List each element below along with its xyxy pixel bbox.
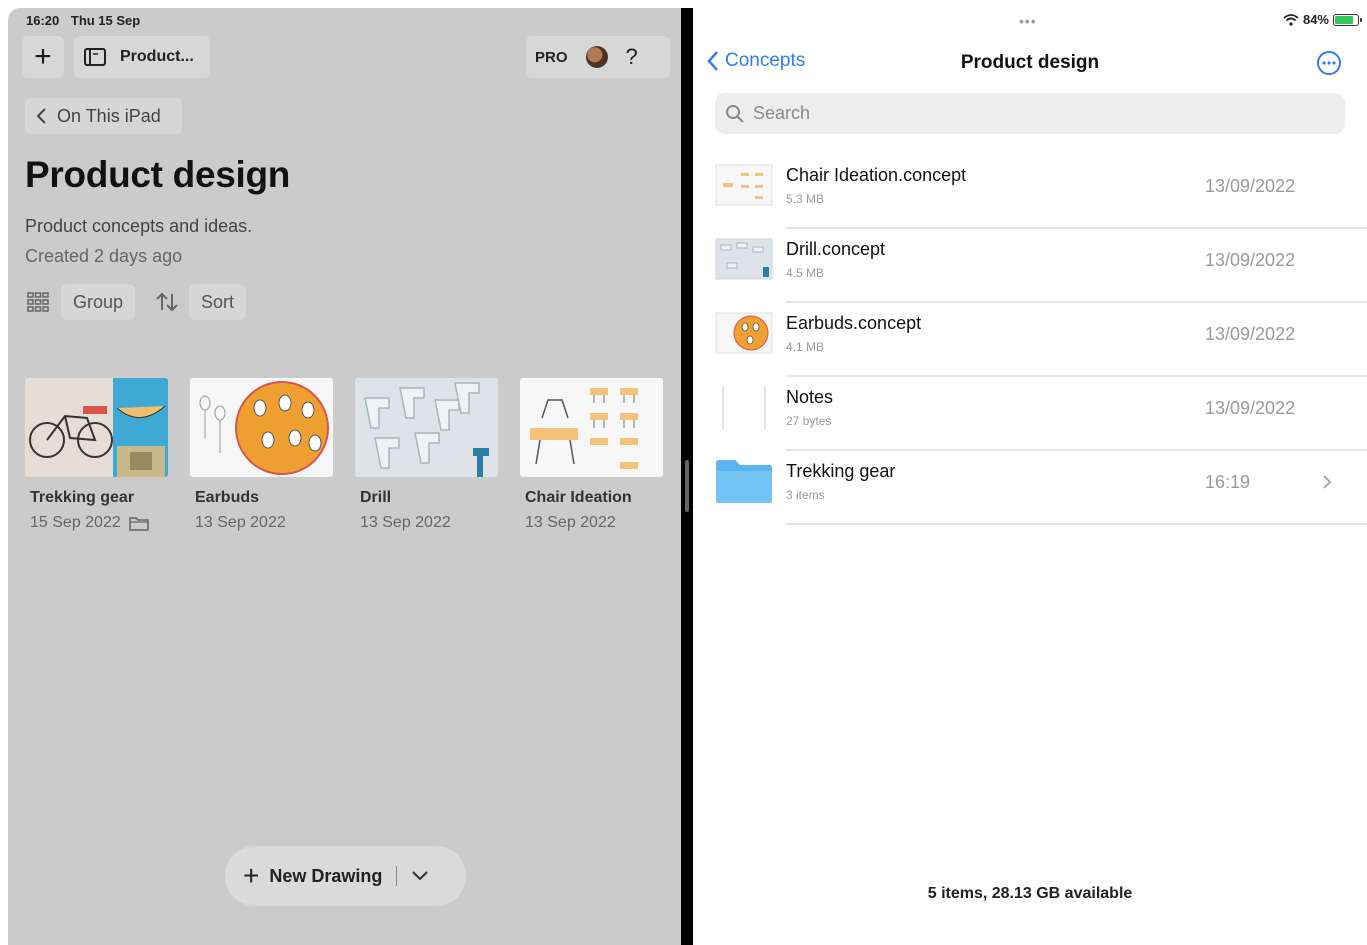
drill-thumbnail — [355, 378, 498, 477]
wifi-icon — [1283, 13, 1299, 26]
created-date: Created 2 days ago — [25, 246, 183, 266]
sort-icon — [156, 292, 178, 312]
chevron-right-icon — [1323, 475, 1332, 489]
split-view-handle[interactable] — [685, 460, 689, 512]
drawing-card-trekking-gear[interactable]: Trekking gear 15 Sep 2022 — [25, 378, 168, 532]
grid-icon — [27, 292, 49, 312]
battery-icon — [1333, 13, 1362, 26]
project-menu-button[interactable]: Product... — [74, 36, 210, 78]
status-time: 16:20 — [26, 13, 60, 28]
file-row-earbuds[interactable]: Earbuds.concept 4.1 MB 13/09/2022 — [715, 303, 1367, 377]
file-row-drill[interactable]: Drill.concept 4.5 MB 13/09/2022 — [715, 229, 1367, 303]
drawing-card-earbuds[interactable]: Earbuds 13 Sep 2022 — [190, 378, 333, 532]
separator — [396, 866, 398, 886]
status-bar-right: 84% — [1283, 12, 1362, 27]
document-icon — [722, 385, 766, 429]
file-date: 13/09/2022 — [1205, 398, 1296, 418]
new-drawing-button[interactable]: + New Drawing — [225, 846, 466, 906]
help-button[interactable]: ? — [626, 44, 638, 70]
card-date: 13 Sep 2022 — [360, 514, 451, 531]
card-date: 13 Sep 2022 — [525, 514, 616, 531]
sort-button[interactable]: Sort — [189, 284, 247, 320]
file-name: Earbuds.concept — [786, 313, 922, 333]
files-app-pane: ••• 84% Concepts Product design Chair — [693, 8, 1367, 945]
file-date: 16:19 — [1205, 472, 1251, 492]
project-description: Product concepts and ideas. — [25, 216, 253, 236]
file-date: 13/09/2022 — [1205, 324, 1296, 344]
group-sort-controls: Group Sort — [25, 284, 247, 320]
card-name: Earbuds — [195, 489, 260, 506]
nav-title: Product design — [960, 52, 1100, 73]
chevron-down-icon[interactable] — [411, 870, 429, 882]
new-drawing-label: New Drawing — [269, 865, 383, 886]
page-title: Product design — [25, 154, 291, 195]
chair-ideation-file-icon — [715, 164, 773, 206]
add-button[interactable]: + — [22, 36, 64, 78]
chair-ideation-thumbnail — [520, 378, 663, 477]
file-name: Trekking gear — [786, 461, 896, 481]
back-on-this-ipad-button[interactable]: On This iPad — [25, 98, 182, 134]
file-row-trekking-gear[interactable]: Trekking gear 3 items 16:19 — [715, 451, 1367, 525]
file-size: 3 items — [786, 488, 825, 502]
card-date: 15 Sep 2022 — [30, 514, 121, 531]
file-date: 13/09/2022 — [1205, 250, 1296, 270]
search-icon — [726, 104, 744, 123]
search-input[interactable] — [753, 103, 1313, 124]
avatar[interactable] — [585, 46, 608, 68]
trekking-gear-thumbnail — [25, 378, 168, 477]
status-date: Thu 15 Sep — [70, 13, 141, 28]
project-menu-label: Product... — [120, 48, 194, 65]
sidebar-icon — [84, 48, 106, 66]
folder-icon — [716, 460, 772, 503]
row-separator — [786, 523, 1367, 525]
toolbar-right-group: PRO ? — [526, 36, 670, 78]
battery-percent: 84% — [1302, 12, 1329, 27]
status-bar: 16:20 Thu 15 Sep — [26, 13, 148, 28]
pro-button[interactable]: PRO — [535, 49, 568, 66]
earbuds-file-icon — [715, 312, 773, 354]
file-size: 4.5 MB — [786, 266, 825, 280]
file-row-chair-ideation[interactable]: Chair Ideation.concept 5.3 MB 13/09/2022 — [715, 155, 1367, 229]
file-date: 13/09/2022 — [1205, 176, 1296, 196]
card-name: Trekking gear — [30, 489, 135, 506]
drawing-card-chair-ideation[interactable]: Chair Ideation 13 Sep 2022 — [520, 378, 663, 532]
card-name: Chair Ideation — [525, 489, 632, 506]
chevron-left-icon — [36, 108, 46, 124]
back-label: On This iPad — [57, 105, 161, 126]
folder-icon — [129, 517, 149, 531]
card-name: Drill — [360, 489, 392, 506]
multitasking-dots-icon[interactable]: ••• — [1019, 13, 1037, 29]
earbuds-thumbnail — [190, 378, 333, 477]
card-date: 13 Sep 2022 — [195, 514, 286, 531]
file-name: Notes — [786, 387, 834, 407]
split-view-divider[interactable] — [681, 8, 693, 945]
group-button[interactable]: Group — [61, 284, 136, 320]
file-size: 4.1 MB — [786, 340, 825, 354]
more-options-icon[interactable] — [1316, 50, 1342, 76]
drill-file-icon — [715, 238, 773, 280]
storage-footer: 5 items, 28.13 GB available — [927, 885, 1133, 902]
plus-icon: + — [243, 860, 260, 891]
file-size: 27 bytes — [786, 414, 832, 428]
search-bar[interactable] — [715, 93, 1345, 134]
drawing-card-drill[interactable]: Drill 13 Sep 2022 — [355, 378, 498, 532]
concepts-app-pane: 16:20 Thu 15 Sep + Product... PRO ? On T… — [8, 8, 681, 945]
file-row-notes[interactable]: Notes 27 bytes 13/09/2022 — [715, 377, 1367, 451]
file-size: 5.3 MB — [786, 192, 825, 206]
file-name: Chair Ideation.concept — [786, 165, 967, 185]
file-name: Drill.concept — [786, 239, 886, 259]
